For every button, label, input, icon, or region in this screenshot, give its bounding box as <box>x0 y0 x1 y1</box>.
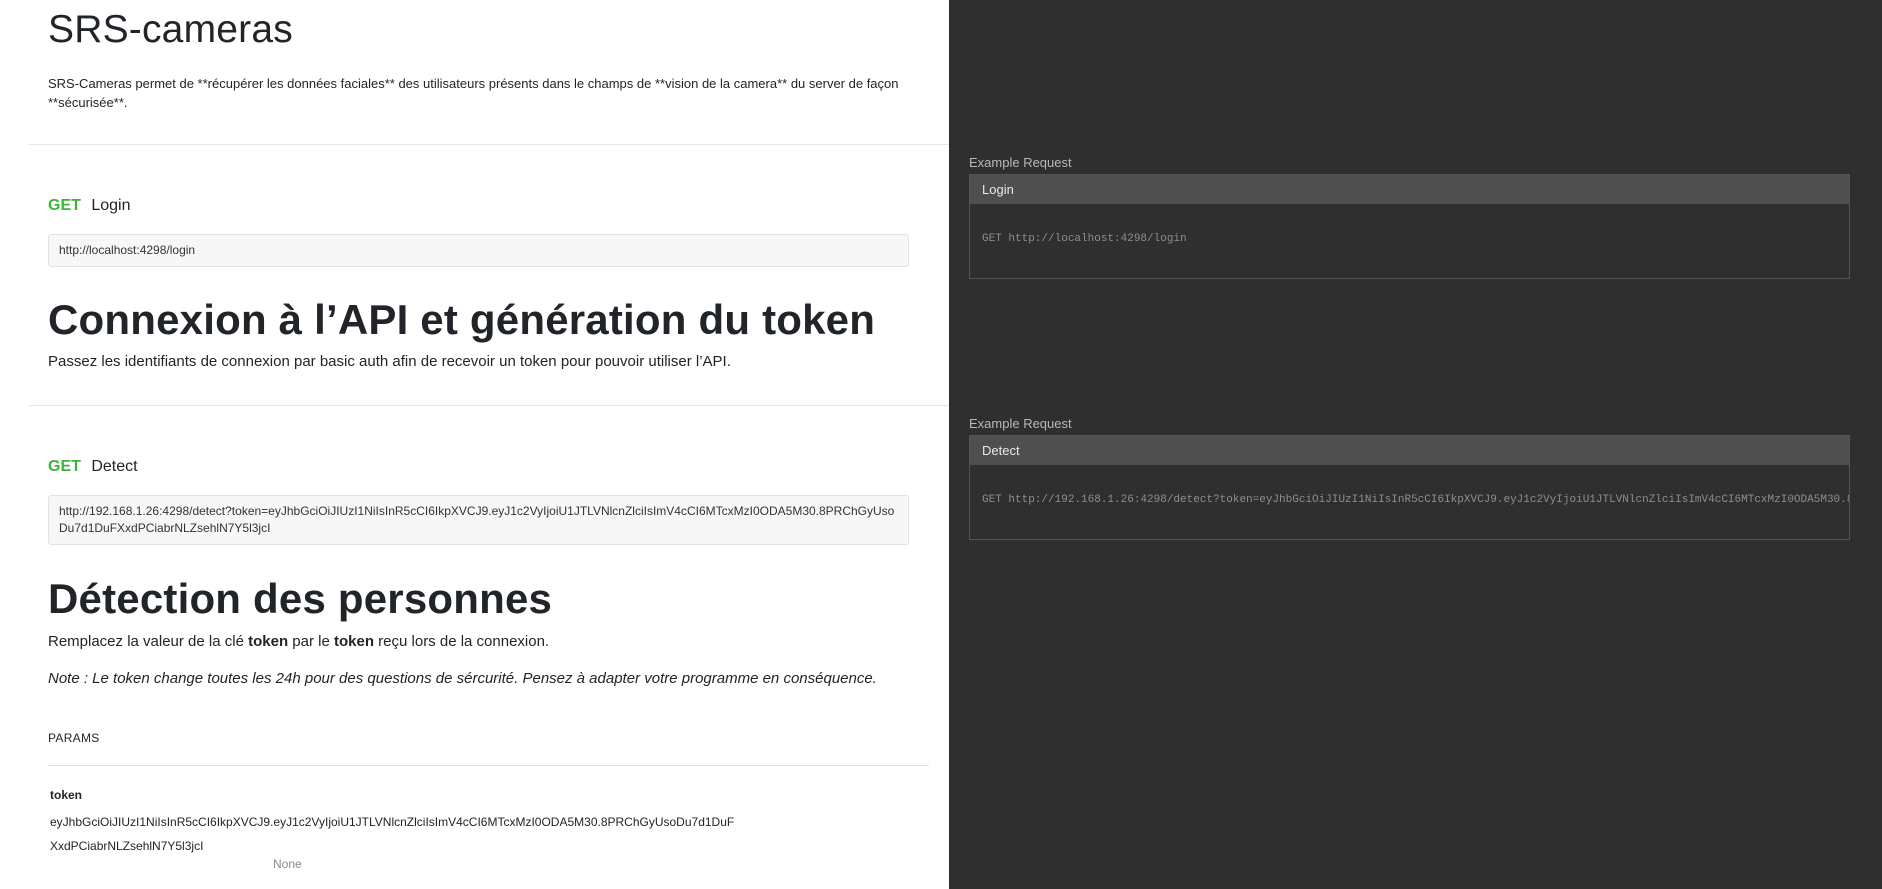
example-request-label: Example Request <box>969 155 1072 170</box>
example-request-detect: Detect GET http://192.168.1.26:4298/dete… <box>969 435 1850 540</box>
example-request-code[interactable]: GET http://localhost:4298/login <box>982 233 1187 245</box>
request-url-login[interactable]: http://localhost:4298/login <box>48 234 909 267</box>
example-request-login: Login GET http://localhost:4298/login <box>969 174 1850 279</box>
description-text: reçu lors de la connexion. <box>374 633 550 650</box>
request-name: Detect <box>91 458 138 475</box>
request-title-detect: GET Detect <box>48 458 138 476</box>
collection-title: SRS-cameras <box>48 8 293 51</box>
request-title-login: GET Login <box>48 197 131 215</box>
example-request-title: Login <box>970 175 1849 204</box>
request-note-detect: Note : Le token change toutes les 24h po… <box>48 670 877 687</box>
param-key: token <box>50 788 83 802</box>
request-heading-detect: Détection des personnes <box>48 575 553 622</box>
collection-description: SRS-Cameras permet de **récupérer les do… <box>48 76 899 110</box>
request-url-detect[interactable]: http://192.168.1.26:4298/detect?token=ey… <box>48 495 909 545</box>
request-description-detect: Remplacez la valeur de la clé token par … <box>48 633 549 650</box>
request-description-login: Passez les identifiants de connexion par… <box>48 353 731 370</box>
params-divider <box>48 765 929 766</box>
example-request-label: Example Request <box>969 416 1072 431</box>
request-heading-login: Connexion à l’API et génération du token <box>48 296 876 343</box>
documentation-panel: SRS-cameras SRS-Cameras permet de **récu… <box>0 0 949 889</box>
section-divider <box>29 144 949 145</box>
param-description: None <box>273 857 302 871</box>
method-badge: GET <box>48 197 81 214</box>
description-bold: token <box>333 633 374 650</box>
param-value: eyJhbGciOiJIUzI1NiIsInR5cCI6IkpXVCJ9.eyJ… <box>50 815 735 853</box>
request-name: Login <box>91 197 131 214</box>
example-request-title: Detect <box>970 436 1849 465</box>
description-text: par le <box>288 633 334 650</box>
description-bold: token <box>248 633 289 650</box>
examples-panel: Example Request Login GET http://localho… <box>949 0 1882 889</box>
params-label: PARAMS <box>48 731 100 745</box>
description-text: Remplacez la valeur de la clé <box>48 633 249 650</box>
method-badge: GET <box>48 458 81 475</box>
example-request-code[interactable]: GET http://192.168.1.26:4298/detect?toke… <box>982 494 1849 506</box>
section-divider <box>29 405 949 406</box>
